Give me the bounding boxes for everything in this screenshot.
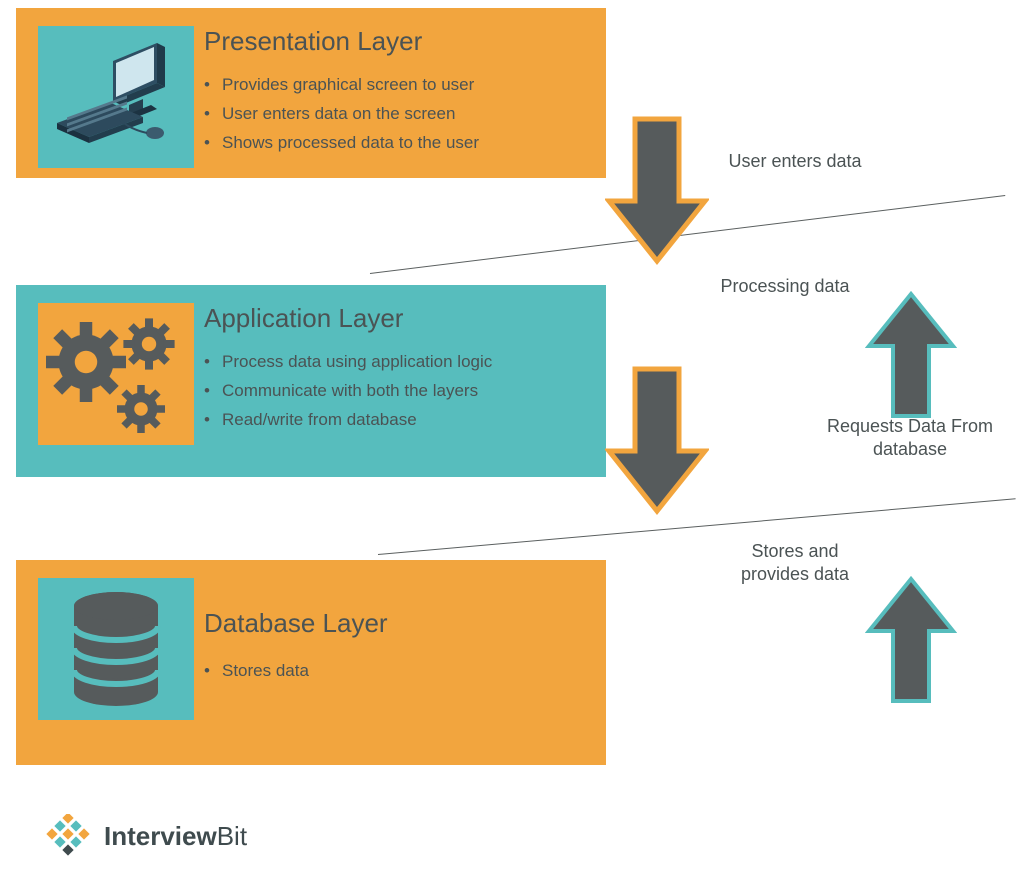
brand-name-bold: Interview [104, 821, 217, 851]
database-layer-text: Database Layer Stores data [204, 578, 388, 686]
presentation-point: Provides graphical screen to user [204, 71, 479, 100]
computer-icon-tile [38, 26, 194, 168]
database-icon-tile [38, 578, 194, 720]
database-layer-title: Database Layer [204, 608, 388, 639]
application-point: Process data using application logic [204, 348, 492, 377]
database-layer-box: Database Layer Stores data [16, 560, 606, 765]
database-layer-points: Stores data [204, 657, 388, 686]
presentation-layer-box: Presentation Layer Provides graphical sc… [16, 8, 606, 178]
brand-name-light: Bit [217, 821, 247, 851]
label-processing: Processing data [720, 275, 850, 298]
gears-icon-tile [38, 303, 194, 445]
label-stores: Stores and provides data [720, 540, 870, 587]
application-layer-title: Application Layer [204, 303, 492, 334]
application-point: Communicate with both the layers [204, 377, 492, 406]
brand-logo: InterviewBit [42, 814, 247, 858]
label-user-enters: User enters data [720, 150, 870, 173]
brand-name: InterviewBit [104, 821, 247, 852]
arrow-down-icon [605, 115, 709, 265]
presentation-point: User enters data on the screen [204, 100, 479, 129]
presentation-layer-text: Presentation Layer Provides graphical sc… [204, 26, 479, 158]
application-point: Read/write from database [204, 406, 492, 435]
database-point: Stores data [204, 657, 388, 686]
arrow-up-icon [865, 575, 957, 705]
gears-icon [41, 304, 191, 444]
application-layer-points: Process data using application logic Com… [204, 348, 492, 435]
presentation-layer-title: Presentation Layer [204, 26, 479, 57]
presentation-layer-points: Provides graphical screen to user User e… [204, 71, 479, 158]
application-layer-text: Application Layer Process data using app… [204, 303, 492, 435]
arrow-down-icon [605, 365, 709, 515]
presentation-point: Shows processed data to the user [204, 129, 479, 158]
arrow-up-icon [865, 290, 957, 420]
label-requests: Requests Data From database [820, 415, 1000, 462]
application-layer-box: Application Layer Process data using app… [16, 285, 606, 477]
database-icon [56, 584, 176, 714]
computer-icon [51, 37, 181, 157]
brand-mark-icon [42, 814, 94, 858]
